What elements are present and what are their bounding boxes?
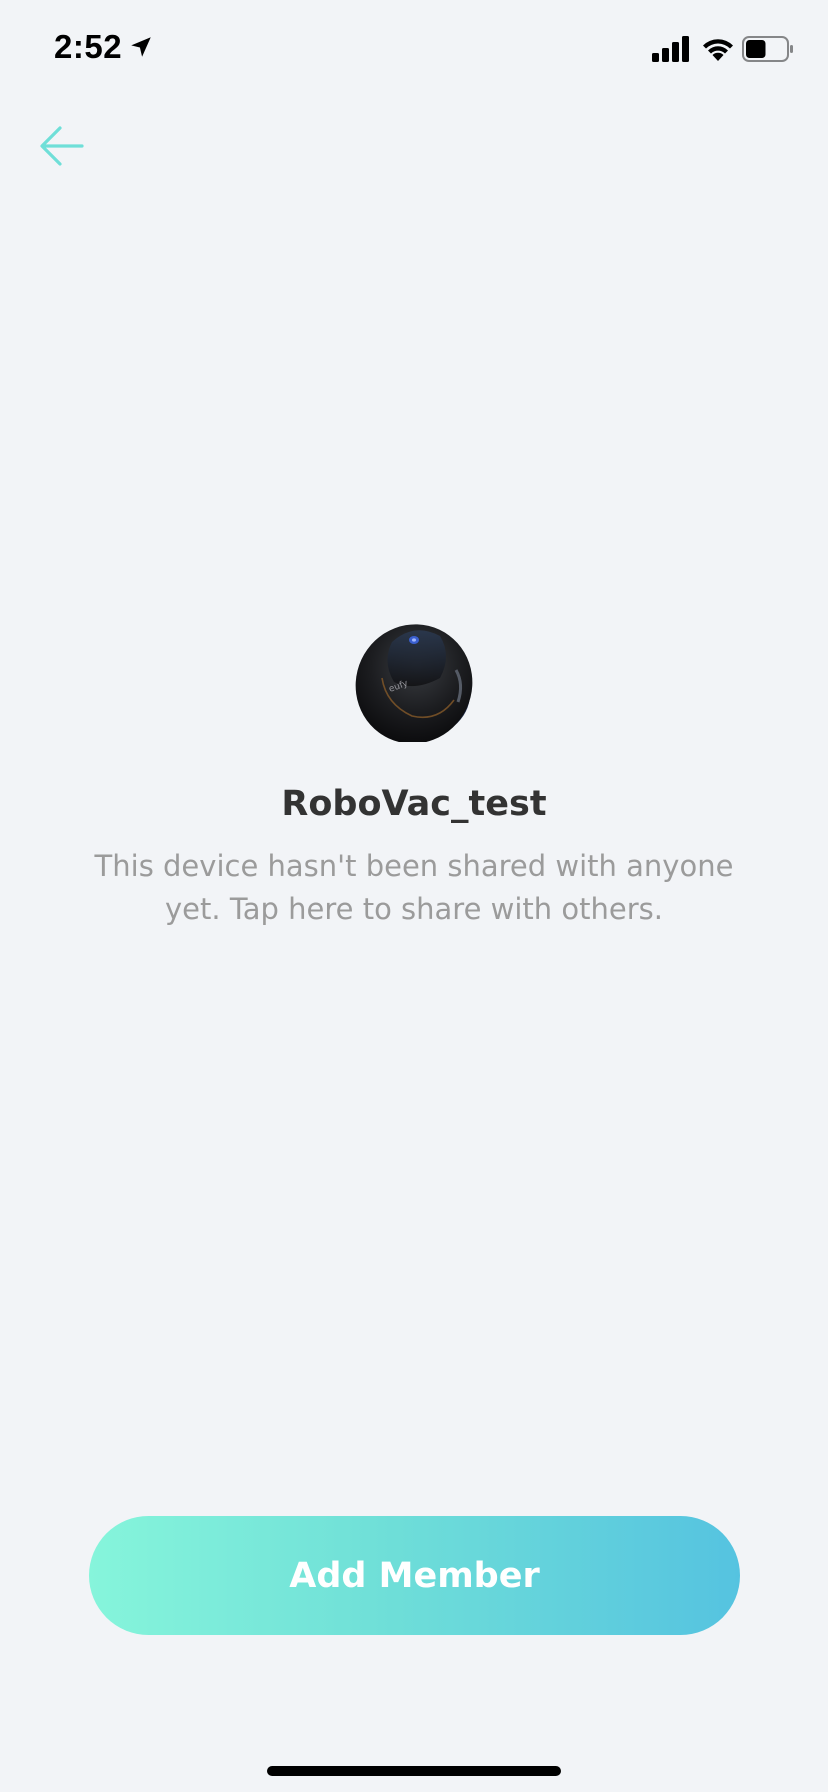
location-arrow-icon bbox=[131, 37, 151, 57]
device-name: RoboVac_test bbox=[281, 784, 547, 824]
status-bar: 2:52 bbox=[0, 0, 828, 100]
home-indicator bbox=[267, 1766, 561, 1776]
wifi-icon bbox=[703, 39, 733, 61]
battery-icon bbox=[742, 36, 793, 62]
robot-vacuum-image: eufy bbox=[355, 624, 473, 742]
status-time: 2:52 bbox=[54, 28, 123, 65]
arrow-left-icon bbox=[40, 126, 84, 166]
back-button[interactable] bbox=[36, 118, 88, 170]
share-message[interactable]: This device hasn't been shared with anyo… bbox=[80, 845, 748, 931]
add-member-button[interactable]: Add Member bbox=[89, 1516, 740, 1635]
cellular-signal-icon bbox=[652, 36, 689, 62]
